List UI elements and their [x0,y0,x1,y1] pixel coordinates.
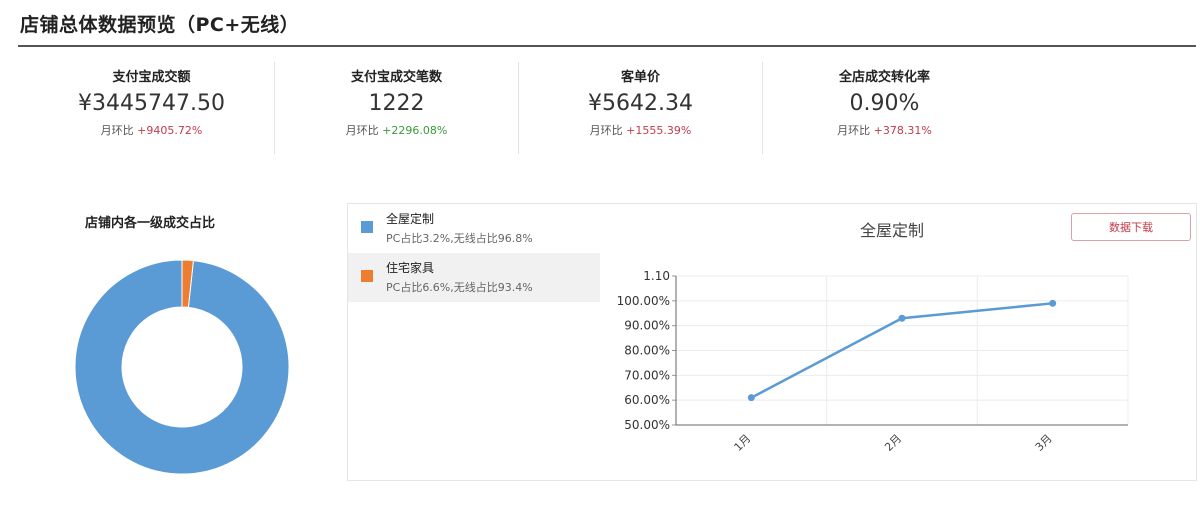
x-tick-label: 1月 [732,432,754,454]
y-tick-label: 80.00% [624,344,670,358]
list-item-zhuzhai[interactable]: 住宅家具 PC占比6.6%,无线占比93.4% [348,253,600,302]
kpi-change: 月环比 +9405.72% [30,122,273,138]
title-divider [18,45,1196,47]
kpi-change-value: +2296.08% [382,124,448,137]
kpi-label: 支付宝成交笔数 [350,70,442,85]
kpi-change: 月环比 +1555.39% [519,122,762,138]
kpi-payment-amount: 支付宝成交额 ¥3445747.50 月环比 +9405.72% [30,58,273,156]
kpi-conversion-rate: 全店成交转化率 0.90% 月环比 +378.31% [763,58,1006,156]
kpi-payment-count: 支付宝成交笔数 1222 月环比 +2296.08% [275,58,518,156]
data-point [1049,299,1057,307]
download-button[interactable]: 数据下载 [1071,213,1191,241]
kpi-change-value: +1555.39% [626,124,692,137]
kpi-value: 0.90% [849,91,920,116]
page-title: 店铺总体数据预览（PC+无线） [20,14,300,36]
kpi-change-prefix: 月环比 [345,124,379,137]
kpi-change-prefix: 月环比 [589,124,623,137]
y-tick-label: 70.00% [624,368,670,382]
kpi-row: 支付宝成交额 ¥3445747.50 月环比 +9405.72% 支付宝成交笔数… [30,58,932,158]
y-tick-label: 60.00% [624,393,670,407]
kpi-value: ¥3445747.50 [78,91,225,116]
donut-chart [74,259,290,475]
kpi-unit-price: 客单价 ¥5642.34 月环比 +1555.39% [519,58,762,156]
data-point [898,314,906,322]
kpi-value: ¥5642.34 [588,91,693,116]
x-tick-label: 3月 [1033,432,1055,454]
line-chart: 50.00% 60.00% 70.00% 80.00% 90.00% 100.00% 1.1… [617,269,1129,454]
data-point [747,394,755,402]
donut-title: 店铺内各一级成交占比 [85,216,216,231]
y-tick-label: 50.00% [624,418,670,432]
y-tick-label: 90.00% [624,319,670,333]
kpi-change: 月环比 +378.31% [763,122,1006,138]
kpi-change-prefix: 月环比 [837,124,871,137]
kpi-change: 月环比 +2296.08% [275,122,518,138]
chart-title: 全屋定制 [860,221,925,240]
category-desc: PC占比6.6%,无线占比93.4% [386,281,533,294]
kpi-change-value: +378.31% [873,124,932,137]
kpi-label: 全店成交转化率 [838,70,930,85]
kpi-label: 客单价 [620,70,660,85]
category-desc: PC占比3.2%,无线占比96.8% [386,232,533,245]
y-tick-label: 1.10 [643,269,670,283]
category-panel: 全屋定制 PC占比3.2%,无线占比96.8% 住宅家具 PC占比6.6%,无线… [347,203,1197,481]
kpi-change-value: +9405.72% [137,124,203,137]
category-name: 住宅家具 [386,261,435,275]
kpi-change-prefix: 月环比 [100,124,134,137]
category-name: 全屋定制 [386,212,435,226]
color-swatch [361,270,373,282]
x-tick-label: 2月 [882,432,904,454]
y-tick-label: 100.00% [617,294,670,308]
kpi-label: 支付宝成交额 [112,70,191,85]
donut-svg [74,259,290,475]
category-list: 全屋定制 PC占比3.2%,无线占比96.8% 住宅家具 PC占比6.6%,无线… [348,204,600,302]
list-item-quanwu[interactable]: 全屋定制 PC占比3.2%,无线占比96.8% [348,204,600,253]
color-swatch [361,221,373,233]
kpi-value: 1222 [368,91,425,116]
